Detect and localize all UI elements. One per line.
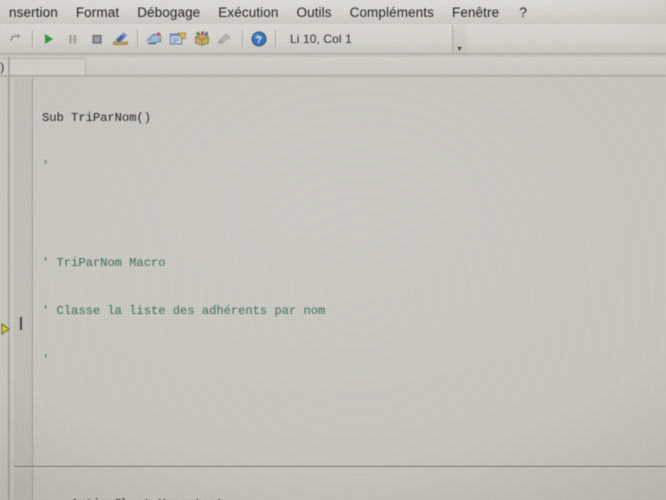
- menu-format[interactable]: Format: [67, 5, 128, 20]
- code-window: énéral) Sub TriParNom() ' ' TriParNom Ma…: [0, 57, 666, 500]
- object-browser-icon[interactable]: [190, 28, 213, 50]
- object-dropdown[interactable]: énéral): [0, 58, 86, 76]
- help-icon[interactable]: ?: [247, 28, 270, 50]
- code-line: Sub TriParNom(): [42, 111, 151, 126]
- toolbar-separator: [32, 30, 33, 47]
- svg-text:?: ?: [255, 34, 261, 46]
- object-dropdown-label: énéral): [0, 60, 5, 74]
- chevron-down-icon: ▾: [457, 44, 462, 53]
- code-line: ' TriParNom Macro: [42, 256, 166, 271]
- menu-outils[interactable]: Outils: [287, 5, 340, 20]
- current-line-cursor: [20, 317, 22, 330]
- run-icon[interactable]: [37, 28, 60, 50]
- editor-margin-strip[interactable]: [14, 78, 33, 500]
- code-editor[interactable]: Sub TriParNom() ' ' TriParNom Macro ' Cl…: [0, 57, 666, 500]
- menu-insertion[interactable]: nsertion: [0, 5, 67, 20]
- pause-icon[interactable]: [61, 28, 84, 50]
- code-line: ': [42, 352, 50, 367]
- toolbar-separator-4: [275, 30, 276, 47]
- menu-complements[interactable]: Compléments: [341, 5, 443, 20]
- bookmark-arrow-icon[interactable]: [0, 322, 16, 336]
- code-window-dropdown-row: énéral): [0, 57, 666, 76]
- procedure-separator-highlight: [14, 467, 666, 468]
- cursor-position-indicator: Li 10, Col 1: [290, 31, 352, 46]
- code-line: ': [42, 159, 50, 174]
- menu-execution[interactable]: Exécution: [209, 5, 287, 20]
- menu-debogage[interactable]: Débogage: [128, 5, 209, 20]
- menu-aide[interactable]: ?: [508, 4, 538, 20]
- code-text[interactable]: Sub TriParNom() ' ' TriParNom Macro ' Cl…: [34, 78, 666, 500]
- dropdown-underline: [0, 75, 666, 77]
- code-line: ActiveSheet.Unprotect: [34, 496, 666, 500]
- project-explorer-icon[interactable]: [142, 28, 165, 50]
- menu-bar: nsertion Format Débogage Exécution Outil…: [0, 0, 666, 24]
- toolbar-separator-2: [137, 30, 138, 47]
- toolbar: ? Li 10, Col 1: [0, 24, 666, 53]
- window-left-edge: [8, 57, 10, 500]
- stop-icon[interactable]: [85, 28, 108, 50]
- design-mode-icon[interactable]: [109, 28, 132, 50]
- toolbar-separator-3: [242, 30, 243, 47]
- code-line: ' Classe la liste des adhérents par nom: [42, 304, 326, 319]
- properties-window-icon[interactable]: [166, 28, 189, 50]
- toolbar-overflow-button[interactable]: ▾: [452, 25, 466, 55]
- menu-fenetre[interactable]: Fenêtre: [443, 5, 508, 20]
- toolbox-icon[interactable]: [214, 28, 237, 50]
- redo-icon[interactable]: [4, 28, 27, 50]
